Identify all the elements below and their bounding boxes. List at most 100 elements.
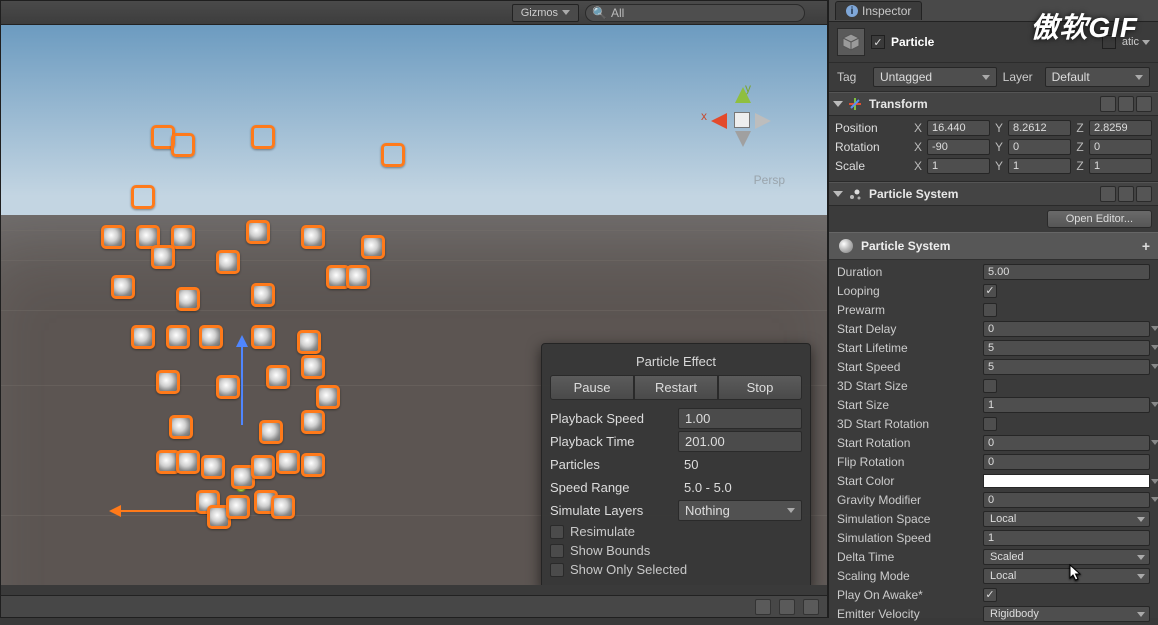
context-menu-icon[interactable] [1136,96,1152,112]
start-color-swatch[interactable] [983,474,1150,488]
transform-title: Transform [869,97,1094,111]
resimulate-checkbox[interactable] [550,525,564,539]
position-x-input[interactable]: 16.440 [927,120,990,136]
scaling-mode-dropdown[interactable]: Local [983,568,1150,584]
layer-dropdown[interactable]: Default [1045,67,1150,87]
start-delay-input[interactable]: 0 [983,321,1150,337]
particle [251,325,275,349]
rotation-label: Rotation [835,140,909,154]
scale-y-input[interactable]: 1 [1008,158,1071,174]
start-lifetime-input[interactable]: 5 [983,340,1150,356]
playback-speed-input[interactable]: 1.00 [678,408,802,429]
start-size-input[interactable]: 1 [983,397,1150,413]
scale-z-input[interactable]: 1 [1089,158,1152,174]
threeD-start-size-checkbox[interactable] [983,379,997,393]
restart-button[interactable]: Restart [634,375,718,400]
gameobject-active-checkbox[interactable] [871,35,885,49]
particle [156,370,180,394]
status-icon-3[interactable] [803,599,819,615]
start-color-label: Start Color [837,474,977,488]
status-icon-2[interactable] [779,599,795,615]
add-module-icon[interactable]: + [1142,238,1150,254]
prewarm-checkbox[interactable] [983,303,997,317]
pause-button[interactable]: Pause [550,375,634,400]
speed-range-value: 5.0 - 5.0 [678,478,802,497]
main-module-header[interactable]: Particle System + [829,232,1158,260]
particle [361,235,385,259]
particle [381,143,405,167]
particle [297,330,321,354]
start-speed-input[interactable]: 5 [983,359,1150,375]
rotation-z-input[interactable]: 0 [1089,139,1152,155]
help-icon[interactable] [1100,186,1116,202]
resimulate-label: Resimulate [570,524,635,539]
particles-count-label: Particles [550,457,678,472]
gameobject-name[interactable]: Particle [891,35,1096,49]
start-lifetime-label: Start Lifetime [837,341,977,355]
threeD-start-rotation-checkbox[interactable] [983,417,997,431]
simulation-space-dropdown[interactable]: Local [983,511,1150,527]
static-dropdown[interactable]: atic [1122,36,1150,48]
particle [171,225,195,249]
static-checkbox[interactable] [1102,35,1116,49]
particle-effect-panel: Particle Effect Pause Restart Stop Playb… [541,343,811,585]
help-icon[interactable] [1100,96,1116,112]
looping-checkbox[interactable] [983,284,997,298]
scene-search-input[interactable]: 🔍 All [585,4,805,22]
rotation-y-input[interactable]: 0 [1008,139,1071,155]
particle [251,455,275,479]
gameobject-icon[interactable] [837,28,865,56]
scale-x-input[interactable]: 1 [927,158,990,174]
preset-icon[interactable] [1118,186,1134,202]
search-icon: 🔍 [592,6,607,20]
start-rotation-input[interactable]: 0 [983,435,1150,451]
emitter-velocity-dropdown[interactable]: Rigidbody [983,606,1150,622]
position-z-input[interactable]: 2.8259 [1089,120,1152,136]
rotation-x-input[interactable]: -90 [927,139,990,155]
particle [151,245,175,269]
threeD-start-size-label: 3D Start Size [837,379,977,393]
particle [316,385,340,409]
scene-viewport[interactable]: y x Persp Particle Effect Pause Restart … [1,25,827,585]
particle [199,325,223,349]
perspective-label: Persp [754,173,785,187]
simulation-speed-input[interactable]: 1 [983,530,1150,546]
open-editor-button[interactable]: Open Editor... [1047,210,1152,228]
play-on-awake-checkbox[interactable] [983,588,997,602]
gravity-modifier-input[interactable]: 0 [983,492,1150,508]
transform-header[interactable]: Transform [829,92,1158,116]
playback-time-input[interactable]: 201.00 [678,431,802,452]
duration-input[interactable]: 5.00 [983,264,1150,280]
flip-rotation-input[interactable]: 0 [983,454,1150,470]
gizmos-dropdown[interactable]: Gizmos [512,4,579,22]
particle [166,325,190,349]
particle-system-properties: Duration 5.00 Looping Prewarm Start Dela… [829,260,1158,625]
tag-dropdown[interactable]: Untagged [873,67,997,87]
particle [131,185,155,209]
status-icon-1[interactable] [755,599,771,615]
particle-dot-icon [839,239,853,253]
show-only-selected-checkbox[interactable] [550,563,564,577]
inspector-tab[interactable]: i Inspector [835,1,922,20]
stop-button[interactable]: Stop [718,375,802,400]
scene-sky [1,25,827,215]
tag-layer-row: Tag Untagged Layer Default [829,63,1158,92]
simulate-layers-dropdown[interactable]: Nothing [678,500,802,521]
position-y-input[interactable]: 8.2612 [1008,120,1071,136]
inspector-tab-bar: i Inspector [829,0,1158,22]
gameobject-header: Particle atic [829,22,1158,63]
fold-icon [833,191,843,197]
particle-system-header[interactable]: Particle System [829,182,1158,206]
preset-icon[interactable] [1118,96,1134,112]
play-on-awake-label: Play On Awake* [837,588,977,602]
show-bounds-checkbox[interactable] [550,544,564,558]
particle [176,287,200,311]
start-delay-label: Start Delay [837,322,977,336]
scene-view: Gizmos 🔍 All y x Persp [0,0,828,618]
start-size-label: Start Size [837,398,977,412]
transform-icon [847,96,863,112]
delta-time-dropdown[interactable]: Scaled [983,549,1150,565]
threeD-start-rotation-label: 3D Start Rotation [837,417,977,431]
inspector-panel: i Inspector Particle atic Tag Untagged L… [828,0,1158,618]
context-menu-icon[interactable] [1136,186,1152,202]
